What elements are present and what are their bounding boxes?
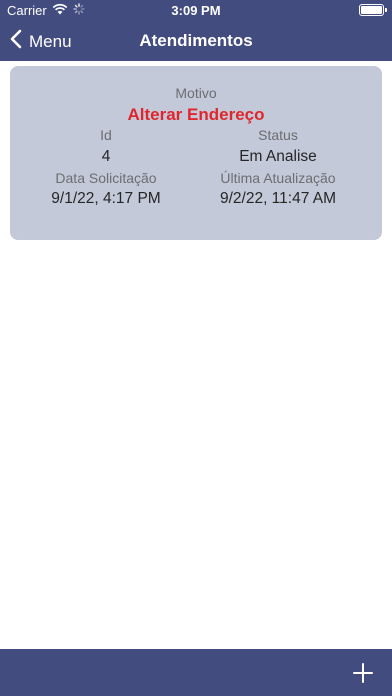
add-button[interactable] xyxy=(352,662,374,684)
motivo-value: Alterar Endereço xyxy=(127,105,265,124)
data-solicitacao-label: Data Solicitação xyxy=(55,170,157,186)
atendimento-card[interactable]: Motivo Alterar Endereço Id Status 4 Em A… xyxy=(10,66,382,240)
battery-icon xyxy=(359,4,387,16)
id-label: Id xyxy=(100,127,112,143)
motivo-label: Motivo xyxy=(175,85,217,101)
plus-icon xyxy=(353,663,373,683)
top-bar: Carrier 3:09 PM Menu Atendimentos xyxy=(0,0,392,61)
ultima-atualizacao-label: Última Atualização xyxy=(220,170,336,186)
data-solicitacao-value: 9/1/22, 4:17 PM xyxy=(51,190,161,207)
page-title: Atendimentos xyxy=(139,31,253,50)
id-value: 4 xyxy=(101,148,111,165)
status-label: Status xyxy=(258,127,298,143)
status-right xyxy=(359,4,387,16)
status-value: Em Analise xyxy=(239,148,317,165)
ultima-atualizacao-value: 9/2/22, 11:47 AM xyxy=(219,190,337,207)
status-time: 3:09 PM xyxy=(171,3,221,18)
bottom-toolbar xyxy=(0,649,392,696)
status-bar: Carrier 3:09 PM xyxy=(0,0,392,21)
content-area: Motivo Alterar Endereço Id Status 4 Em A… xyxy=(0,61,392,649)
navigation-bar: Menu Atendimentos xyxy=(0,21,392,61)
